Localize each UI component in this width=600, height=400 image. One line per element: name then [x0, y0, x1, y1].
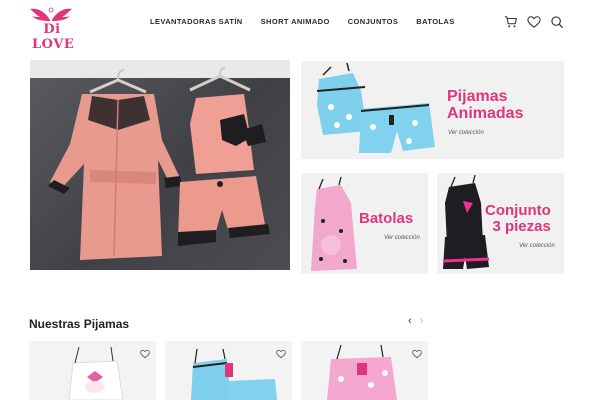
chevron-left-icon[interactable]: ‹: [408, 315, 412, 327]
product-card[interactable]: [29, 341, 156, 400]
hero-banner-image[interactable]: [30, 60, 290, 270]
category-title-line2: 3 piezas: [492, 218, 551, 235]
category-cta-link[interactable]: Ver colección: [519, 243, 555, 249]
product-image: [29, 341, 156, 400]
product-card[interactable]: [301, 341, 428, 400]
product-card[interactable]: [165, 341, 292, 400]
site-header: Di LOVE LEVANTADORAS SATÍN SHORT ANIMADO…: [0, 0, 600, 52]
nav-item-conjuntos[interactable]: CONJUNTOS: [348, 17, 399, 26]
section-title: Nuestras Pijamas: [29, 317, 130, 331]
header-icons: [504, 15, 564, 29]
nav-item-short-animado[interactable]: SHORT ANIMADO: [261, 17, 330, 26]
category-tile-batolas[interactable]: Batolas Ver colección: [301, 173, 428, 274]
cart-icon[interactable]: [504, 15, 518, 29]
category-cta-link[interactable]: Ver colección: [384, 235, 420, 241]
heart-icon[interactable]: [412, 349, 422, 359]
category-tile-conjunto-3-piezas[interactable]: Conjunto 3 piezas Ver colección: [437, 173, 564, 274]
heart-icon[interactable]: [527, 15, 541, 29]
search-icon[interactable]: [550, 15, 564, 29]
logo-text: Di LOVE: [32, 22, 75, 52]
category-title-line1: Pijamas: [447, 88, 508, 105]
category-title-line1: Conjunto: [485, 202, 551, 219]
nav-item-levantadoras[interactable]: LEVANTADORAS SATÍN: [150, 17, 243, 26]
pajama-set-illustration: [301, 61, 564, 159]
brand-logo[interactable]: Di LOVE: [28, 6, 74, 52]
heart-icon[interactable]: [276, 349, 286, 359]
chevron-right-icon[interactable]: ›: [420, 315, 424, 327]
product-image: [165, 341, 292, 400]
category-tile-pijamas-animadas[interactable]: Pijamas Animadas Ver colección: [301, 61, 564, 159]
hero-sleepwear-illustration: [30, 60, 290, 260]
category-title-line2: Animadas: [447, 105, 524, 122]
category-cta-link[interactable]: Ver colección: [448, 130, 484, 136]
category-title: Batolas: [359, 210, 414, 227]
product-image: [301, 341, 428, 400]
heart-icon[interactable]: [140, 349, 150, 359]
carousel-controls: ‹ ›: [408, 315, 423, 327]
nav-item-batolas[interactable]: BATOLAS: [416, 17, 454, 26]
main-nav: LEVANTADORAS SATÍN SHORT ANIMADO CONJUNT…: [150, 17, 455, 26]
